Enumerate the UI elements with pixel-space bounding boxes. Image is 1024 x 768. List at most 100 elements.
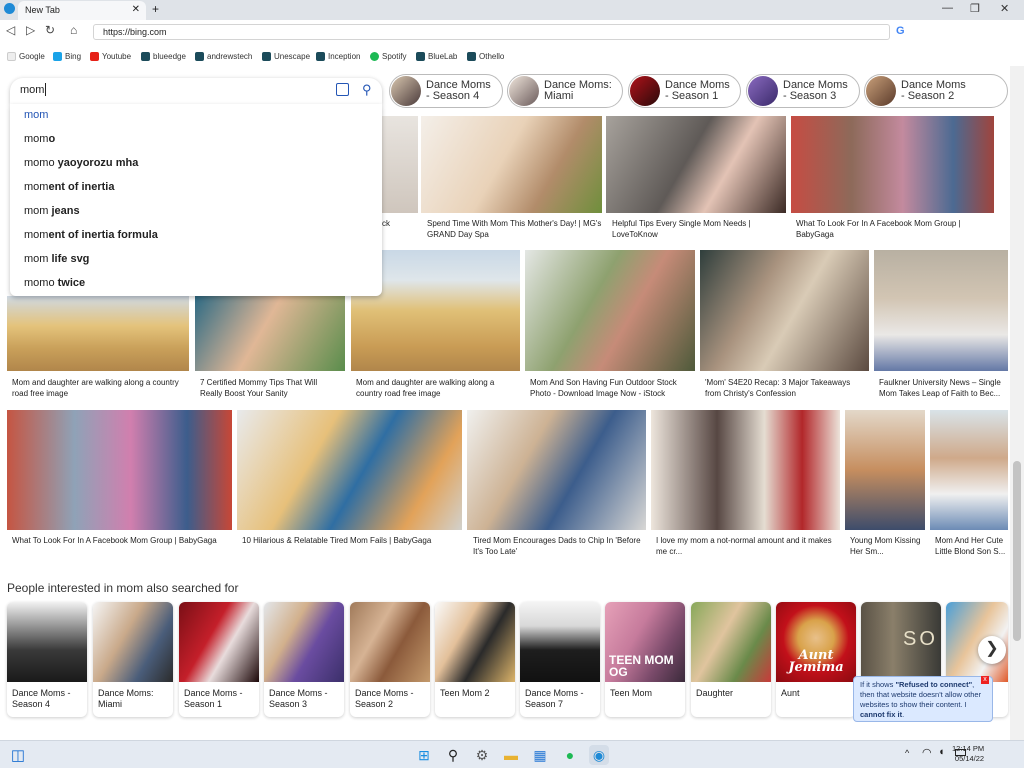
volume-icon[interactable]: ◖ bbox=[938, 746, 945, 758]
suggestion-item[interactable]: momo yaoyorozu mha bbox=[24, 152, 138, 174]
carousel-next-button[interactable]: ❯ bbox=[978, 636, 1006, 664]
visual-search-icon[interactable] bbox=[336, 83, 349, 96]
search-icon[interactable]: ⚲ bbox=[362, 82, 372, 98]
bookmark-youtube[interactable]: Youtube bbox=[90, 52, 131, 61]
close-icon[interactable]: x bbox=[981, 676, 989, 684]
related-card[interactable]: TEEN MOM OG Teen Mom bbox=[605, 602, 685, 717]
related-pill[interactable]: Dance Moms: Miami bbox=[507, 74, 623, 108]
tab-new-tab[interactable]: New Tab ✕ bbox=[18, 1, 146, 20]
result-caption[interactable]: What To Look For In A Facebook Mom Group… bbox=[796, 218, 996, 240]
suggestion-item[interactable]: momo twice bbox=[24, 272, 85, 294]
related-pill[interactable]: Dance Moms - Season 2 bbox=[864, 74, 1008, 108]
teen-mom-logo: TEEN MOM OG bbox=[609, 653, 674, 679]
related-card[interactable]: Aunt Jemima Aunt bbox=[776, 602, 856, 717]
suggestion-item[interactable]: mom bbox=[24, 104, 48, 126]
restore-icon[interactable]: ❐ bbox=[970, 2, 980, 15]
close-window-icon[interactable]: ✕ bbox=[1000, 2, 1009, 15]
result-image[interactable] bbox=[7, 410, 232, 530]
close-tab-icon[interactable]: ✕ bbox=[132, 1, 140, 19]
result-image[interactable] bbox=[700, 250, 869, 371]
address-bar[interactable]: https://bing.com bbox=[93, 24, 890, 40]
result-caption[interactable]: What To Look For In A Facebook Mom Group… bbox=[12, 535, 232, 546]
result-image[interactable] bbox=[421, 116, 602, 213]
bookmark-unescape[interactable]: Unescape bbox=[262, 52, 310, 61]
new-tab-icon[interactable]: + bbox=[152, 2, 159, 16]
reload-icon[interactable]: ↻ bbox=[45, 23, 55, 37]
result-image[interactable] bbox=[382, 116, 418, 213]
result-image[interactable] bbox=[467, 410, 646, 530]
result-caption[interactable]: 7 Certified Mommy Tips That Will Really … bbox=[200, 377, 340, 399]
bookmark-spotify[interactable]: Spotify bbox=[370, 52, 406, 61]
search-box[interactable] bbox=[10, 78, 382, 104]
suggestion-item[interactable]: momo bbox=[24, 128, 55, 150]
bookmark-google[interactable]: Google bbox=[7, 52, 45, 61]
widgets-icon[interactable]: ◫ bbox=[8, 745, 28, 765]
result-caption[interactable]: ck bbox=[382, 218, 417, 229]
aunt-jemima-logo: Aunt Jemima bbox=[788, 648, 844, 675]
related-card[interactable]: Daughter bbox=[691, 602, 771, 717]
result-image[interactable] bbox=[874, 250, 1008, 371]
home-icon[interactable]: ⌂ bbox=[70, 23, 77, 37]
result-caption[interactable]: Tired Mom Encourages Dads to Chip In 'Be… bbox=[473, 535, 643, 557]
result-image[interactable] bbox=[525, 250, 695, 371]
system-clock[interactable]: 12:14 PM 05/14/22 bbox=[952, 744, 984, 764]
related-card[interactable]: Dance Moms - Season 4 bbox=[7, 602, 87, 717]
back-icon[interactable]: ◁ bbox=[6, 23, 15, 37]
spotify-icon[interactable]: ● bbox=[560, 745, 580, 765]
start-icon[interactable]: ⊞ bbox=[414, 745, 434, 765]
result-caption[interactable]: Young Mom Kissing Her Sm... bbox=[850, 535, 925, 557]
result-caption[interactable]: Faulkner University News – Single Mom Ta… bbox=[879, 377, 1007, 399]
search-icon[interactable]: ⚲ bbox=[443, 745, 463, 765]
result-caption[interactable]: I love my mom a not-normal amount and it… bbox=[656, 535, 836, 557]
file-explorer-icon[interactable]: ▬ bbox=[501, 745, 521, 765]
store-icon[interactable]: ▦ bbox=[530, 745, 550, 765]
iframe-notice-tooltip: x If it shows "Refused to connect", then… bbox=[853, 676, 993, 722]
result-caption[interactable]: Mom and daughter are walking along a cou… bbox=[356, 377, 516, 399]
search-input[interactable]: mom bbox=[20, 84, 44, 96]
result-caption[interactable]: 'Mom' S4E20 Recap: 3 Major Takeaways fro… bbox=[705, 377, 865, 399]
minimize-icon[interactable]: — bbox=[942, 2, 953, 14]
result-caption[interactable]: Helpful Tips Every Single Mom Needs | Lo… bbox=[612, 218, 782, 240]
result-image[interactable] bbox=[7, 296, 189, 371]
result-image[interactable] bbox=[237, 410, 462, 530]
settings-gear-icon[interactable]: ⚙ bbox=[472, 745, 492, 765]
related-card[interactable]: Dance Moms - Season 7 bbox=[520, 602, 600, 717]
forward-icon[interactable]: ▷ bbox=[26, 23, 35, 37]
bookmark-othello[interactable]: Othello bbox=[467, 52, 504, 61]
suggestion-item[interactable]: mom life svg bbox=[24, 248, 89, 270]
bookmark-andrewstech[interactable]: andrewstech bbox=[195, 52, 252, 61]
related-pill[interactable]: Dance Moms - Season 3 bbox=[746, 74, 860, 108]
result-image[interactable] bbox=[651, 410, 840, 530]
pill-thumbnail bbox=[748, 76, 778, 106]
bookmark-bing[interactable]: Bing bbox=[53, 52, 81, 61]
related-pill[interactable]: Dance Moms - Season 1 bbox=[628, 74, 741, 108]
result-image[interactable] bbox=[606, 116, 786, 213]
result-image[interactable] bbox=[845, 410, 925, 530]
suggestion-item[interactable]: moment of inertia formula bbox=[24, 224, 158, 246]
related-card[interactable]: Teen Mom 2 bbox=[435, 602, 515, 717]
result-image[interactable] bbox=[195, 296, 345, 371]
result-caption[interactable]: 10 Hilarious & Relatable Tired Mom Fails… bbox=[242, 535, 462, 546]
result-image[interactable] bbox=[930, 410, 1008, 530]
scrollbar-thumb[interactable] bbox=[1013, 461, 1021, 641]
related-card[interactable]: Dance Moms - Season 3 bbox=[264, 602, 344, 717]
suggestion-item[interactable]: mom jeans bbox=[24, 200, 80, 222]
bookmark-bluelab[interactable]: BlueLab bbox=[416, 52, 457, 61]
result-caption[interactable]: Mom And Son Having Fun Outdoor Stock Pho… bbox=[530, 377, 690, 399]
bookmark-blueedge[interactable]: blueedge bbox=[141, 52, 186, 61]
bookmark-inception[interactable]: Inception bbox=[316, 52, 360, 61]
related-card[interactable]: Dance Moms: Miami bbox=[93, 602, 173, 717]
edge-icon[interactable]: ◉ bbox=[589, 745, 609, 765]
page-scrollbar[interactable] bbox=[1010, 66, 1024, 740]
result-image[interactable] bbox=[791, 116, 994, 213]
related-card[interactable]: Dance Moms - Season 1 bbox=[179, 602, 259, 717]
result-caption[interactable]: Mom And Her Cute Little Blond Son S... bbox=[935, 535, 1007, 557]
chevron-up-icon[interactable]: ^ bbox=[905, 748, 909, 758]
related-pill[interactable]: Dance Moms - Season 4 bbox=[389, 74, 503, 108]
google-icon[interactable]: G bbox=[896, 25, 905, 37]
suggestion-item[interactable]: moment of inertia bbox=[24, 176, 114, 198]
result-caption[interactable]: Mom and daughter are walking along a cou… bbox=[12, 377, 187, 399]
wifi-icon[interactable]: ◠ bbox=[922, 746, 932, 759]
related-card[interactable]: Dance Moms - Season 2 bbox=[350, 602, 430, 717]
result-caption[interactable]: Spend Time With Mom This Mother's Day! |… bbox=[427, 218, 602, 240]
